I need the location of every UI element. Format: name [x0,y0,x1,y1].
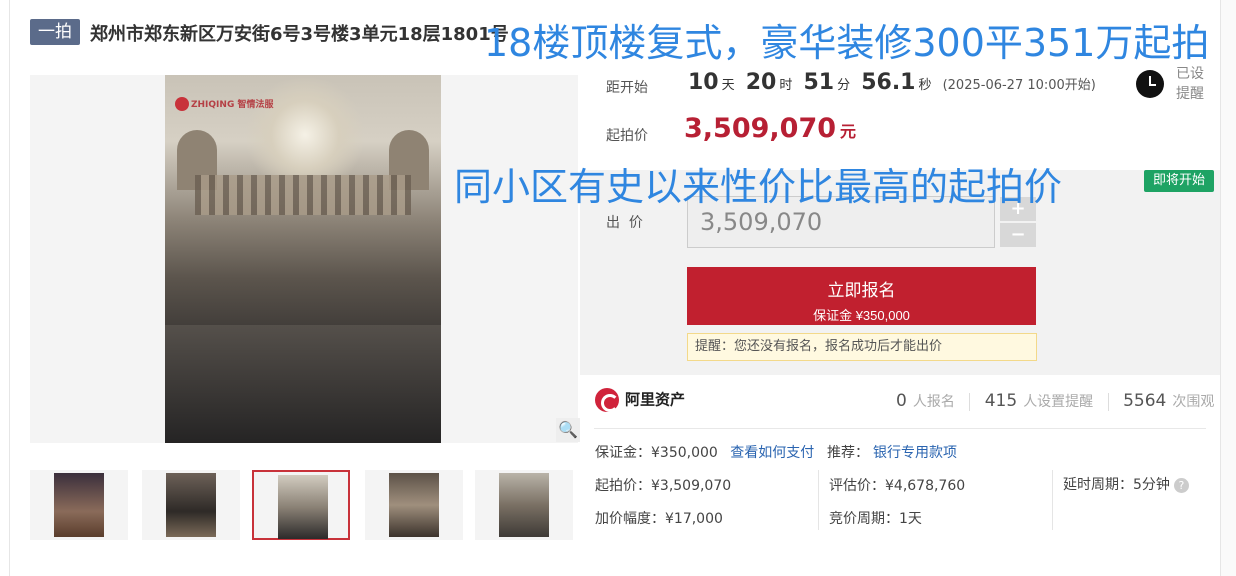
countdown-seconds: 56.1 [861,70,916,95]
start-price-label: 起拍价 [606,128,648,144]
promo-headline: 18楼顶楼复式，豪华装修300平351万起拍 [484,21,1210,65]
watermark-text: ZHIQING 智情法服 [191,100,274,110]
property-photo: ZHIQING 智情法服 [165,75,441,443]
deposit-text: 保证金：¥350,000 [595,445,718,461]
column-divider [818,470,819,530]
right-edge [1221,0,1236,576]
signup-button-deposit: 保证金 ¥350,000 [813,308,910,323]
view-count: 5564 [1123,391,1167,411]
main-image-viewer[interactable]: ZHIQING 智情法服 [30,75,578,443]
deposit-info: 保证金：¥350,000 查看如何支付 [595,442,814,462]
signup-count-label: 人报名 [912,394,955,410]
status-badge: 即将开始 [1144,170,1214,192]
magnifier-icon[interactable]: 🔍 [556,418,580,442]
delay-period-text: 延时周期：5分钟 [1063,477,1170,493]
help-icon[interactable]: ? [1173,477,1189,493]
bank-payment-link[interactable]: 银行专用款项 [873,445,957,461]
reminder-label: 已设 提醒 [1176,64,1216,104]
auction-round-tag: 一拍 [30,19,80,45]
days-unit: 天 [721,78,735,93]
signup-button[interactable]: 立即报名 保证金 ¥350,000 [687,267,1036,325]
appraisal-info: 评估价：¥4,678,760 [829,478,966,494]
floor-shape [165,325,441,443]
start-time: (2025-06-27 10:00开始) [942,78,1096,93]
platform-brand: 阿里资产 [595,388,685,412]
ali-assets-logo-icon [595,388,619,412]
bid-decrease-button[interactable]: − [1000,223,1036,247]
signup-reminder-tip: 提醒：您还没有报名，报名成功后才能出价 [687,333,1037,361]
reminder-count-label: 人设置提醒 [1023,394,1094,410]
reminder-line1: 已设 [1176,66,1204,82]
countdown-days: 10 [688,70,719,95]
alarm-clock-icon [1136,70,1164,98]
signup-count: 0 [896,391,907,411]
chandelier-shape [245,75,365,175]
delay-period-info: 延时周期：5分钟? [1063,474,1189,494]
balcony-railing-shape [195,175,411,215]
page-title: 郑州市郑东新区万安街6号3号楼3单元18层1801号 [90,24,509,45]
thumbnail-5[interactable] [475,470,573,540]
hours-unit: 时 [779,78,793,93]
increment-info: 加价幅度：¥17,000 [595,511,723,527]
seconds-unit: 秒 [918,78,932,93]
view-count-label: 次围观 [1172,394,1215,410]
countdown-timer: 10 天 20 时 51 分 56.1 秒 (2025-06-27 10:00开始) [688,70,1096,95]
auction-page: 一拍 郑州市郑东新区万安街6号3号楼3单元18层1801号 ZHIQING 智情… [0,0,1236,576]
countdown-minutes: 51 [803,70,835,95]
countdown-label: 距开始 [606,80,648,96]
recommend-label: 推荐： [827,445,869,461]
thumbnail-2[interactable] [142,470,240,540]
countdown-hours: 20 [745,70,777,95]
start-price-number: 3,509,070 [684,113,837,144]
thumbnail-3[interactable] [252,470,350,540]
bidding-period-info: 竞价周期：1天 [829,511,922,527]
column-divider [1052,470,1053,530]
stats-divider [969,393,971,411]
minutes-unit: 分 [837,78,851,93]
stats-divider [1107,393,1109,411]
start-price-unit: 元 [840,122,857,141]
how-to-pay-link[interactable]: 查看如何支付 [730,445,814,461]
watermark-logo-icon [175,97,189,111]
start-price-value: 3,509,070 元 [684,113,856,144]
recommend-info: 推荐： 银行专用款项 [827,442,957,462]
reminder-line2: 提醒 [1176,86,1204,102]
auction-stats: 0 人报名 415 人设置提醒 5564 次围观 [896,391,1214,411]
promo-subline: 同小区有史以来性价比最高的起拍价 [454,165,1063,209]
signup-button-label: 立即报名 [827,281,896,300]
thumbnail-1[interactable] [30,470,128,540]
thumbnail-4[interactable] [365,470,463,540]
section-divider [594,428,1206,429]
platform-name: 阿里资产 [625,390,686,409]
reminder-count: 415 [984,391,1018,411]
start-price-info: 起拍价：¥3,509,070 [595,478,732,494]
bid-label: 出 价 [606,215,643,231]
